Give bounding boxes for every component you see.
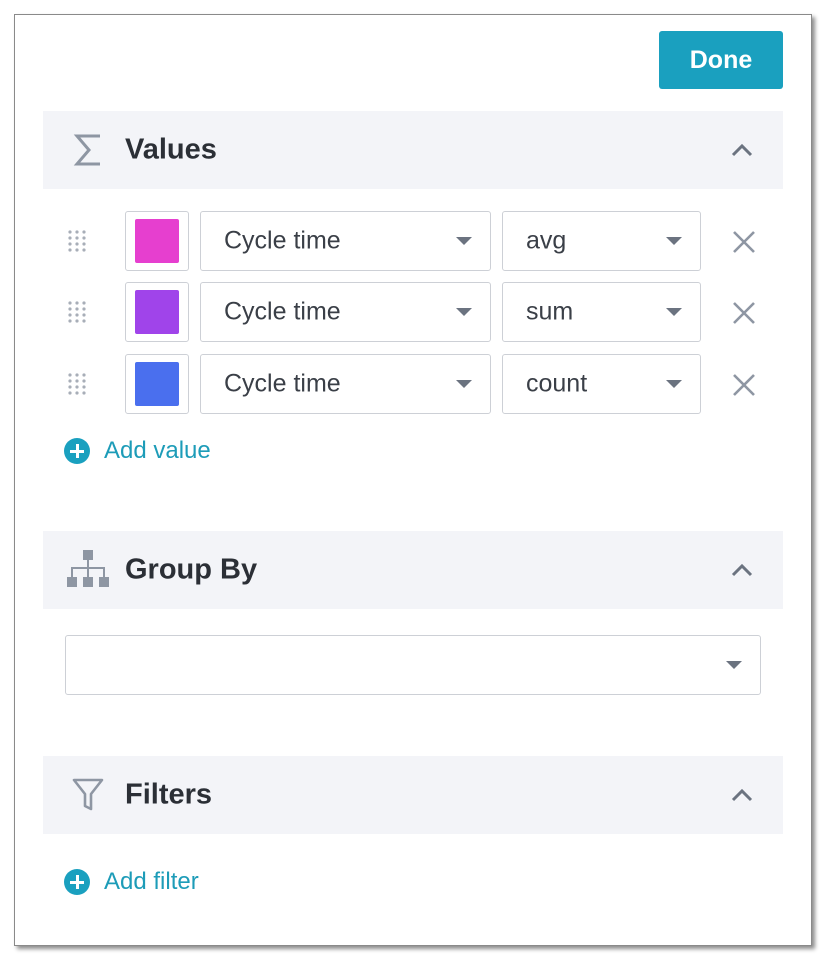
caret-down-icon — [666, 237, 682, 245]
value-row: Cycle time count — [43, 354, 783, 414]
add-value-label: Add value — [104, 437, 211, 464]
group-by-select[interactable] — [65, 635, 761, 695]
color-picker[interactable] — [125, 282, 189, 342]
aggregation-select[interactable]: avg — [502, 211, 701, 271]
hierarchy-icon — [65, 547, 111, 593]
filters-section-header[interactable]: Filters — [43, 756, 783, 834]
group-by-section-header[interactable]: Group By — [43, 531, 783, 609]
drag-handle-icon[interactable] — [65, 300, 89, 324]
close-icon[interactable] — [729, 227, 759, 257]
value-row: Cycle time sum — [43, 282, 783, 342]
values-section-header[interactable]: Values — [43, 111, 783, 189]
chevron-up-icon[interactable] — [723, 780, 761, 810]
caret-down-icon — [666, 308, 682, 316]
add-value-button[interactable]: Add value — [64, 437, 211, 465]
chevron-up-icon[interactable] — [723, 555, 761, 585]
aggregation-select[interactable]: sum — [502, 282, 701, 342]
field-select-value: Cycle time — [224, 297, 341, 326]
field-select-value: Cycle time — [224, 369, 341, 398]
plus-circle-icon — [64, 438, 90, 464]
drag-handle-icon[interactable] — [65, 229, 89, 253]
field-select[interactable]: Cycle time — [200, 282, 491, 342]
field-select[interactable]: Cycle time — [200, 211, 491, 271]
aggregation-select-value: count — [526, 369, 588, 398]
chevron-up-icon[interactable] — [723, 135, 761, 165]
caret-down-icon — [666, 380, 682, 388]
color-picker[interactable] — [125, 354, 189, 414]
filters-title: Filters — [125, 778, 213, 811]
add-filter-label: Add filter — [104, 868, 199, 895]
done-button[interactable]: Done — [659, 31, 783, 89]
plus-circle-icon — [64, 869, 90, 895]
close-icon[interactable] — [729, 370, 759, 400]
color-swatch — [135, 362, 179, 406]
funnel-icon — [65, 772, 111, 818]
value-row: Cycle time avg — [43, 211, 783, 271]
sigma-icon — [65, 127, 111, 173]
caret-down-icon — [456, 380, 472, 388]
caret-down-icon — [456, 308, 472, 316]
drag-handle-icon[interactable] — [65, 372, 89, 396]
values-title: Values — [125, 133, 217, 166]
close-icon[interactable] — [729, 298, 759, 328]
add-filter-button[interactable]: Add filter — [64, 868, 199, 896]
chart-config-panel: Done Values Cycle time avg Cycle time su… — [14, 14, 812, 946]
aggregation-select[interactable]: count — [502, 354, 701, 414]
color-swatch — [135, 290, 179, 334]
group-by-title: Group By — [125, 553, 258, 586]
aggregation-select-value: sum — [526, 297, 574, 326]
aggregation-select-value: avg — [526, 226, 567, 255]
color-picker[interactable] — [125, 211, 189, 271]
field-select-value: Cycle time — [224, 226, 341, 255]
color-swatch — [135, 219, 179, 263]
field-select[interactable]: Cycle time — [200, 354, 491, 414]
caret-down-icon — [726, 661, 742, 669]
caret-down-icon — [456, 237, 472, 245]
